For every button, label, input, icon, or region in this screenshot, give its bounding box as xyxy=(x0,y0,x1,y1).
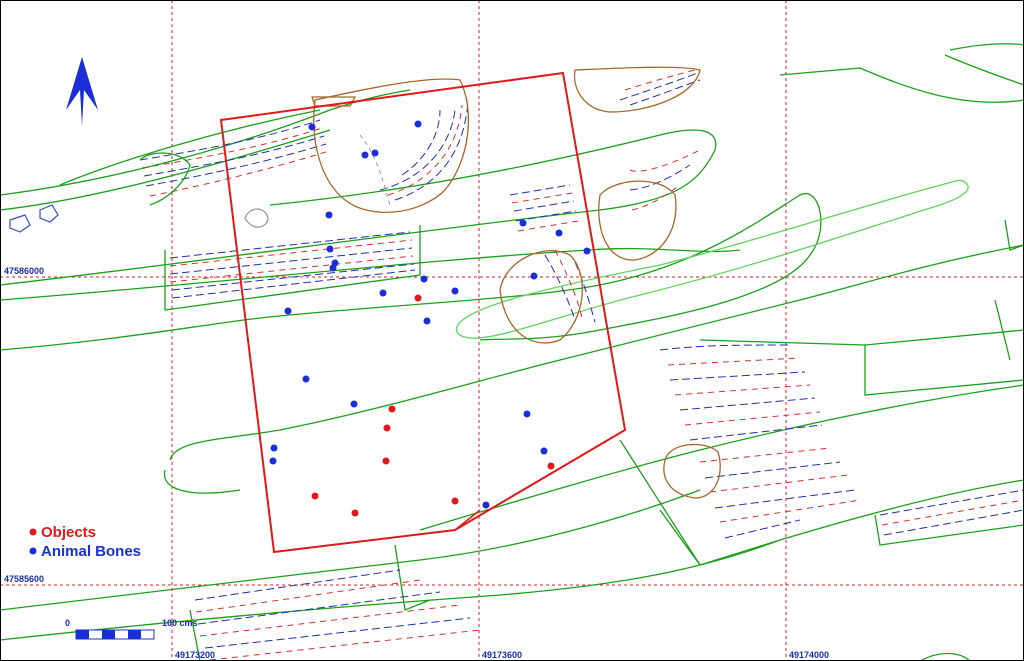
animal-bone-point xyxy=(523,410,531,418)
grid-label-x-mid: 49173600 xyxy=(482,650,522,660)
animal-bone-point xyxy=(583,247,591,255)
animal-bone-point xyxy=(350,400,358,408)
animal-bone-point xyxy=(270,444,278,452)
animal-bone-point xyxy=(269,457,277,465)
objects-legend-label: Objects xyxy=(41,524,96,541)
animal-bone-point xyxy=(302,375,310,383)
object-point xyxy=(382,457,390,465)
animal-bone-point xyxy=(361,151,369,159)
bones-legend-label: Animal Bones xyxy=(41,543,141,560)
grid-label-x-right: 49174000 xyxy=(789,650,829,660)
animal-bone-point xyxy=(329,264,337,272)
animal-bone-point xyxy=(325,211,333,219)
object-point xyxy=(388,405,396,413)
animal-bone-point xyxy=(284,307,292,315)
animal-bone-point xyxy=(482,501,490,509)
bones-legend-marker xyxy=(29,547,37,555)
scale-bar-label: 100 cms xyxy=(162,618,198,628)
animal-bone-point xyxy=(519,219,527,227)
objects-legend-marker xyxy=(29,528,37,536)
animal-bone-point xyxy=(423,317,431,325)
animal-bone-point xyxy=(414,120,422,128)
animal-bone-point xyxy=(555,229,563,237)
grid-label-y-top: 47586000 xyxy=(4,266,44,276)
animal-bone-point xyxy=(371,149,379,157)
excavation-map: 47586000 47585600 49173200 49173600 4917… xyxy=(0,0,1024,661)
animal-bone-point xyxy=(308,123,316,131)
object-point xyxy=(351,509,359,517)
animal-bone-point xyxy=(530,272,538,280)
scale-bar-zero: 0 xyxy=(65,618,70,628)
animal-bone-point xyxy=(326,245,334,253)
object-point xyxy=(547,462,555,470)
animal-bone-point xyxy=(451,287,459,295)
grid-label-y-bottom: 47585600 xyxy=(4,574,44,584)
object-point xyxy=(383,424,391,432)
animal-bone-point xyxy=(420,275,428,283)
object-point xyxy=(414,294,422,302)
map-background xyxy=(0,0,1024,661)
object-point xyxy=(311,492,319,500)
object-point xyxy=(451,497,459,505)
animal-bone-point xyxy=(379,289,387,297)
grid-label-x-left: 49173200 xyxy=(175,650,215,660)
animal-bone-point xyxy=(540,447,548,455)
